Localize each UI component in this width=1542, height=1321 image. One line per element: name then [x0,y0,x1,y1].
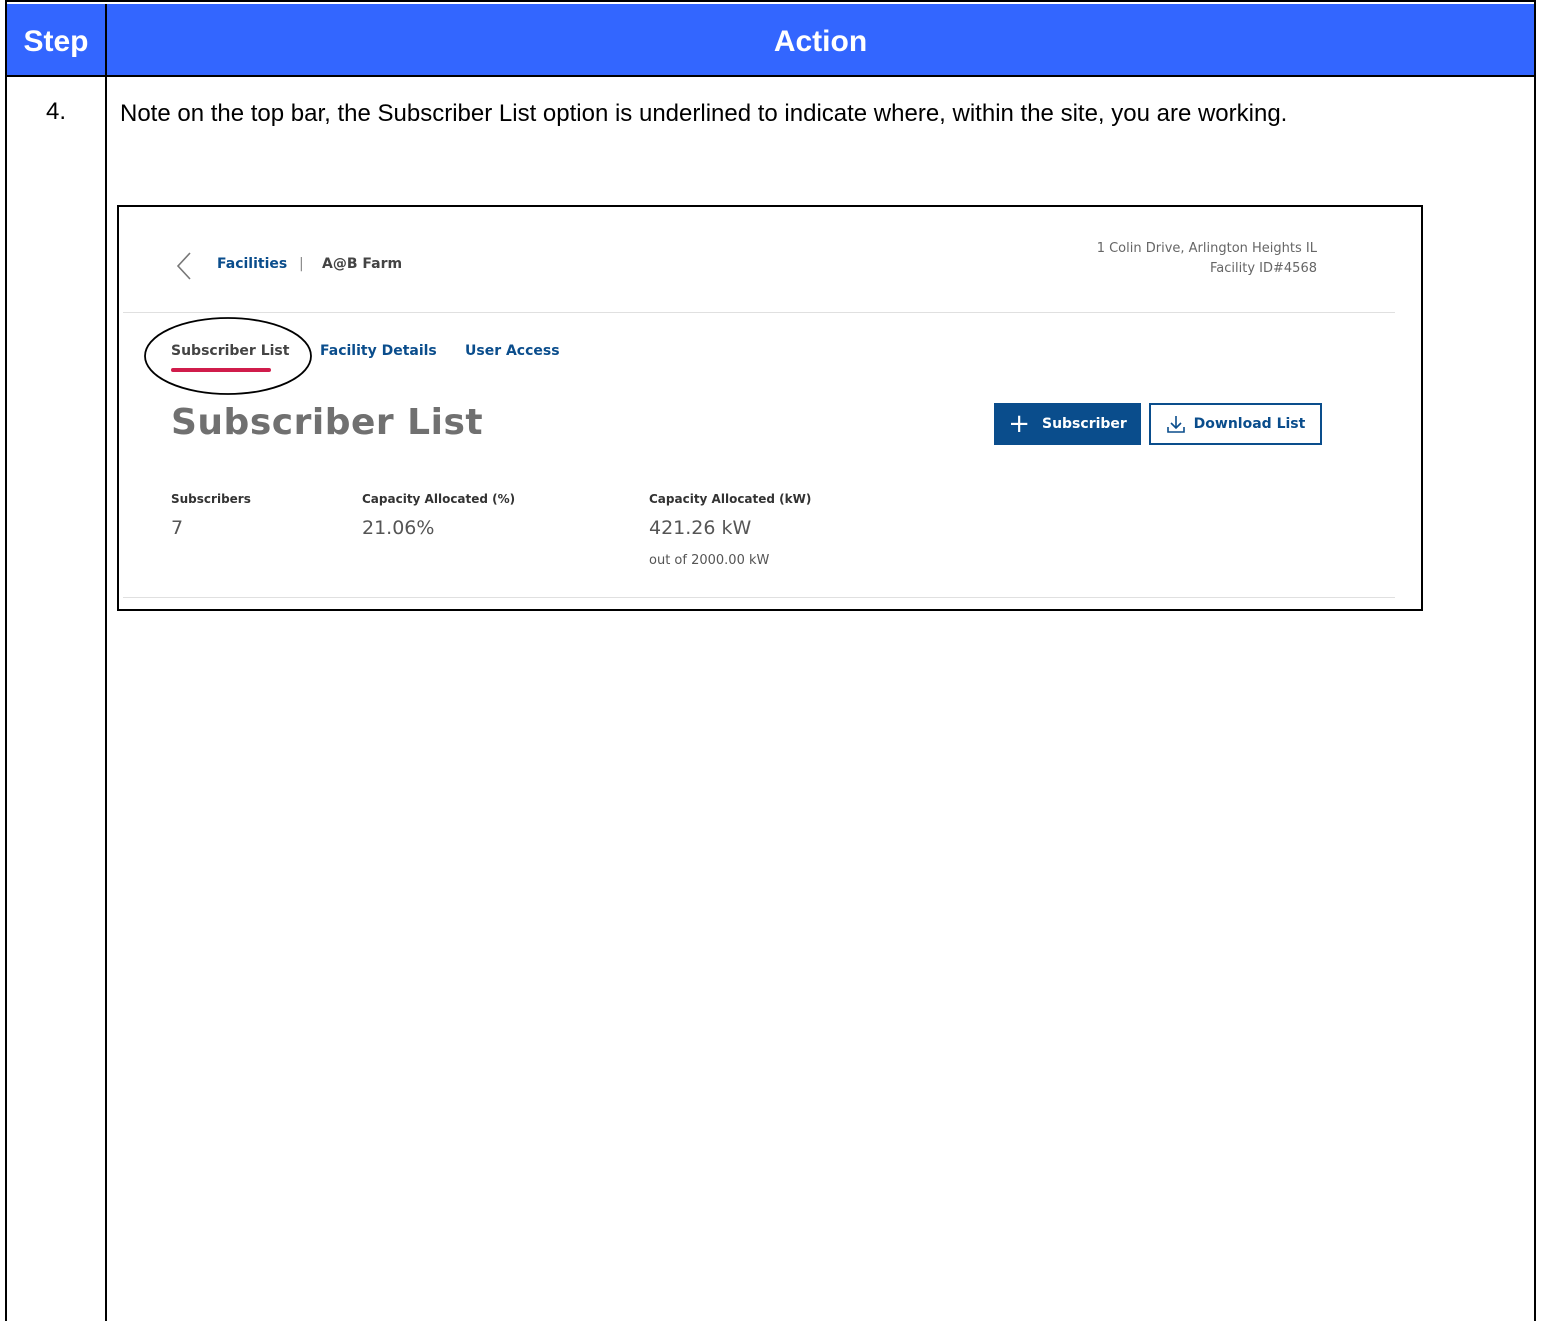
embedded-screenshot: Facilities | A@B Farm 1 Colin Drive, Arl… [117,205,1423,611]
breadcrumb-facilities-link[interactable]: Facilities [217,256,287,272]
divider [123,597,1395,598]
chevron-left-icon[interactable] [174,251,196,281]
breadcrumb-current: A@B Farm [322,256,403,272]
column-divider [105,4,107,1321]
stat-label-subscribers: Subscribers [171,492,251,506]
plus-icon: + [1008,409,1030,439]
tab-facility-details[interactable]: Facility Details [320,343,437,359]
stat-value-capacity-kw: 421.26 kW [649,517,752,539]
download-list-button[interactable]: Download List [1149,403,1322,445]
facility-id: Facility ID#4568 [1210,261,1317,276]
facility-address: 1 Colin Drive, Arlington Heights IL Faci… [1097,239,1317,279]
tab-user-access[interactable]: User Access [465,343,560,359]
stat-label-capacity-kw: Capacity Allocated (kW) [649,492,812,506]
download-list-label: Download List [1193,416,1306,432]
stat-value-subscribers: 7 [171,517,184,539]
breadcrumb-separator: | [299,256,304,272]
add-subscriber-button[interactable]: + Subscriber [994,403,1141,445]
top-rule [165,0,1370,2]
stat-sub-capacity-total: out of 2000.00 kW [649,553,770,568]
highlight-circle-annotation [144,317,312,395]
page-title: Subscriber List [171,402,484,443]
step-instruction: Note on the top bar, the Subscriber List… [120,100,1288,127]
procedure-table: Step Action 4. Note on the top bar, the … [5,0,1536,1321]
stat-label-capacity-percent: Capacity Allocated (%) [362,492,516,506]
divider [123,312,1395,313]
add-subscriber-label: Subscriber [1041,416,1127,432]
download-icon [1166,416,1185,433]
header-step: Step [23,25,89,58]
step-number: 4. [45,98,66,125]
table-header-row: Step Action [7,4,1534,77]
stat-value-capacity-percent: 21.06% [362,517,435,539]
address-line: 1 Colin Drive, Arlington Heights IL [1096,241,1317,256]
header-action: Action [773,25,868,58]
